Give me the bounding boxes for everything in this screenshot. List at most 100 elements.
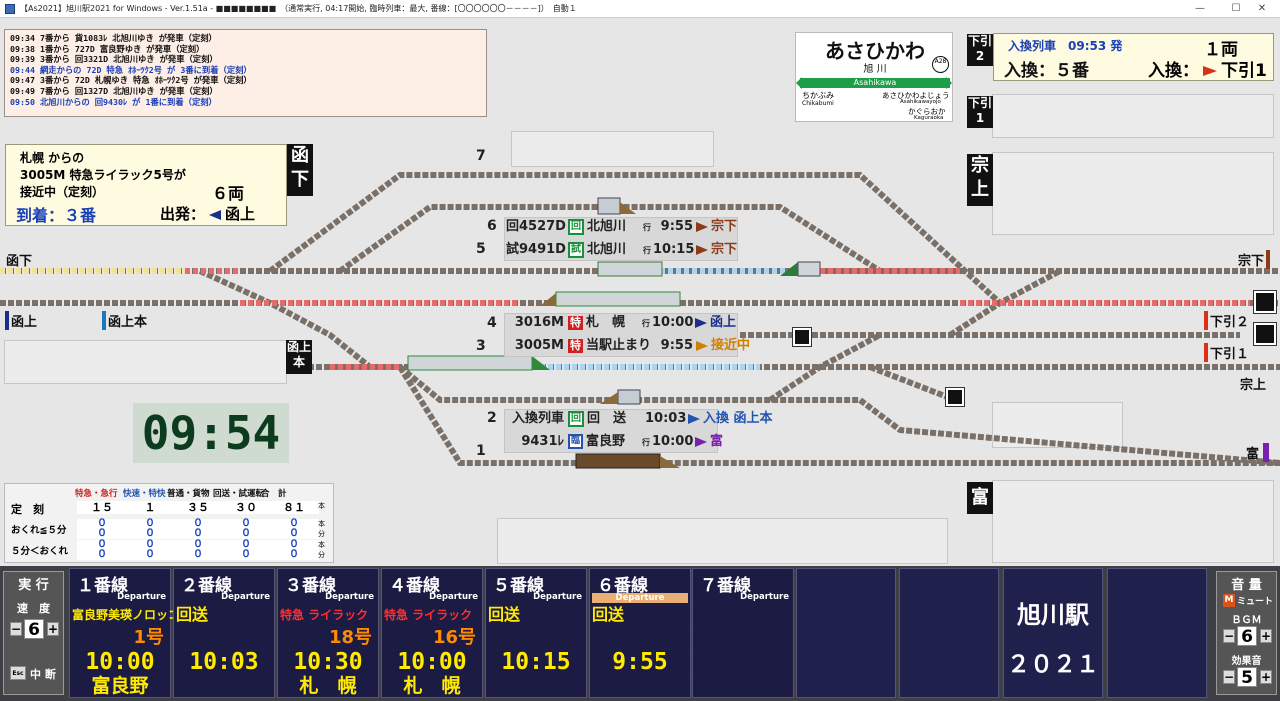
train-icon xyxy=(597,197,621,215)
train-icon xyxy=(575,453,661,469)
track-number-7: 7 xyxy=(476,148,486,164)
se-plus-button[interactable]: + xyxy=(1260,670,1272,684)
track-number-3: 3 xyxy=(476,338,486,354)
platform-board-2[interactable]: ２番線 Departure 回送 10:03 xyxy=(173,568,275,698)
direction-arrow-icon xyxy=(696,244,708,255)
train-time: 9:55 xyxy=(660,338,694,353)
direction-arrow-icon xyxy=(688,413,700,424)
direction-arrow-icon xyxy=(696,340,709,351)
mute-label[interactable]: ミュート xyxy=(1237,594,1273,607)
train-direction: 宗下 xyxy=(711,242,738,257)
signal-icon[interactable] xyxy=(945,387,965,407)
speed-plus-button[interactable]: + xyxy=(47,622,59,636)
execution-control: 実 行 速 度 − 6 + Esc 中 断 xyxy=(3,571,64,695)
brand-name: 旭川駅 xyxy=(1017,601,1089,629)
stats-cell: ３０ xyxy=(221,501,271,514)
train-yuki: 行 xyxy=(642,319,650,328)
platform-board-7[interactable]: ７番線 Departure xyxy=(692,568,794,698)
departure-label: Departure xyxy=(221,592,270,602)
train-row[interactable]: 9431ﾚ 臨富良野 行 10:00 富 xyxy=(506,433,723,451)
train-type-badge: 試 xyxy=(568,241,584,258)
stats-cell: ０ xyxy=(269,529,319,539)
departure-label: Departure xyxy=(429,592,478,602)
train-id: 入換列車 xyxy=(511,411,564,426)
departure-time: 10:00 xyxy=(397,649,467,675)
train-destination: 北旭川 xyxy=(587,219,627,234)
departure-label: Departure xyxy=(325,592,374,602)
stats-row-label: ５分＜おくれ xyxy=(11,546,69,557)
direction-arrow-icon xyxy=(696,221,708,232)
speed-minus-button[interactable]: − xyxy=(10,622,22,636)
departure-train-number: 18号 xyxy=(328,627,372,648)
edge-label-shimohiki1: 下引１ xyxy=(1204,343,1249,362)
speed-value: 6 xyxy=(24,619,44,640)
departure-train-type: 回送 xyxy=(592,605,625,624)
stats-header: 合 計 xyxy=(261,489,287,499)
right-arrow-icon xyxy=(1203,66,1217,76)
signal-icon[interactable] xyxy=(1253,290,1277,314)
train-id: 3016M xyxy=(514,315,564,330)
train-destination: 回 送 xyxy=(587,411,627,426)
stats-cell: ０ xyxy=(269,550,319,560)
train-type-badge: 臨 xyxy=(568,434,584,449)
train-type-badge: 特 xyxy=(568,338,583,353)
departure-time: 10:00 xyxy=(85,649,155,675)
approach-status: 接近中（定刻） xyxy=(20,185,105,199)
brand-year: ２０２１ xyxy=(1007,652,1099,678)
departure-destination: 札 幌 xyxy=(299,675,357,697)
train-icon xyxy=(555,291,681,307)
train-yuki: 行 xyxy=(643,246,651,255)
departure-destination: 札 幌 xyxy=(403,675,461,697)
departure-label: Departure xyxy=(533,592,582,602)
direction-arrow-icon xyxy=(695,317,707,328)
train-direction: 函上 xyxy=(710,315,737,330)
mute-key-icon[interactable]: M xyxy=(1223,594,1235,607)
stop-button[interactable]: 中 断 xyxy=(30,666,56,682)
stats-cell: ０ xyxy=(221,529,271,539)
approach-arrive-track: 到着：３番 xyxy=(16,206,97,225)
signal-icon[interactable] xyxy=(792,327,812,347)
train-row[interactable]: 3016M 特札 幌 行 10:00 函上 xyxy=(506,314,736,332)
se-minus-button[interactable]: − xyxy=(1223,670,1235,684)
stats-cell: １ xyxy=(125,501,175,514)
digital-clock: 09:54 xyxy=(133,403,289,463)
departure-time: 10:03 xyxy=(189,649,259,675)
esc-key-icon[interactable]: Esc xyxy=(10,666,26,680)
platform-board-4[interactable]: ４番線 Departure 特急 ライラック 16号 10:00 札 幌 xyxy=(381,568,483,698)
edge-label-tomi: 富 xyxy=(1246,443,1270,462)
approach-train: 3005M 特急ライラック5号が xyxy=(20,168,186,182)
stats-cell: ０ xyxy=(173,550,223,560)
platform-board-1[interactable]: １番線 Departure 富良野美瑛ノロッコ 1号 10:00 富良野 xyxy=(69,568,180,698)
track-number-1: 1 xyxy=(476,443,486,459)
departure-time: 9:55 xyxy=(612,649,668,675)
stats-cell: １５ xyxy=(77,501,127,514)
bgm-label: ＢＧＭ xyxy=(1231,615,1262,626)
train-icon xyxy=(407,355,533,371)
stats-cell: ８１ xyxy=(269,501,319,514)
platform-board-5[interactable]: ５番線 Departure 回送 10:15 xyxy=(485,568,587,698)
stats-unit: 本 xyxy=(318,520,325,528)
stats-cell: ０ xyxy=(173,529,223,539)
train-yuki: 行 xyxy=(642,438,651,447)
train-id: 9431ﾚ xyxy=(521,434,564,449)
platform-board-3[interactable]: ３番線 Departure 特急 ライラック 18号 10:30 札 幌 xyxy=(277,568,379,698)
track-number-5: 5 xyxy=(476,241,486,257)
train-destination: 札 幌 xyxy=(586,315,626,330)
platform-board-6[interactable]: ６番線 Departure 回送 9:55 xyxy=(589,568,691,698)
edge-label-hakoue: 函上 xyxy=(5,311,37,330)
transfer-destination: 入換： 下引1 xyxy=(1148,61,1267,81)
train-direction: 入換 函上本 xyxy=(703,411,773,426)
train-row[interactable]: 3005M 特当駅止まり 9:55 接近中 xyxy=(506,337,750,355)
bgm-minus-button[interactable]: − xyxy=(1223,629,1235,643)
train-row[interactable]: 試9491D 試北旭川 行 10:15 宗下 xyxy=(506,241,737,259)
train-time: 10:00 xyxy=(652,315,694,330)
stats-cell: ０ xyxy=(77,529,127,539)
train-row[interactable]: 入換列車回回 送 10:03 入換 函上本 xyxy=(506,410,773,428)
train-row[interactable]: 回4527D 回北旭川 行 9:55 宗下 xyxy=(506,218,737,236)
bgm-plus-button[interactable]: + xyxy=(1260,629,1272,643)
departure-time: 10:30 xyxy=(293,649,363,675)
train-direction: 富 xyxy=(710,434,724,449)
transfer-title: 入換列車 09:53 発 xyxy=(1008,39,1123,53)
signal-icon[interactable] xyxy=(1253,322,1277,346)
train-id: 試9491D xyxy=(506,242,566,257)
